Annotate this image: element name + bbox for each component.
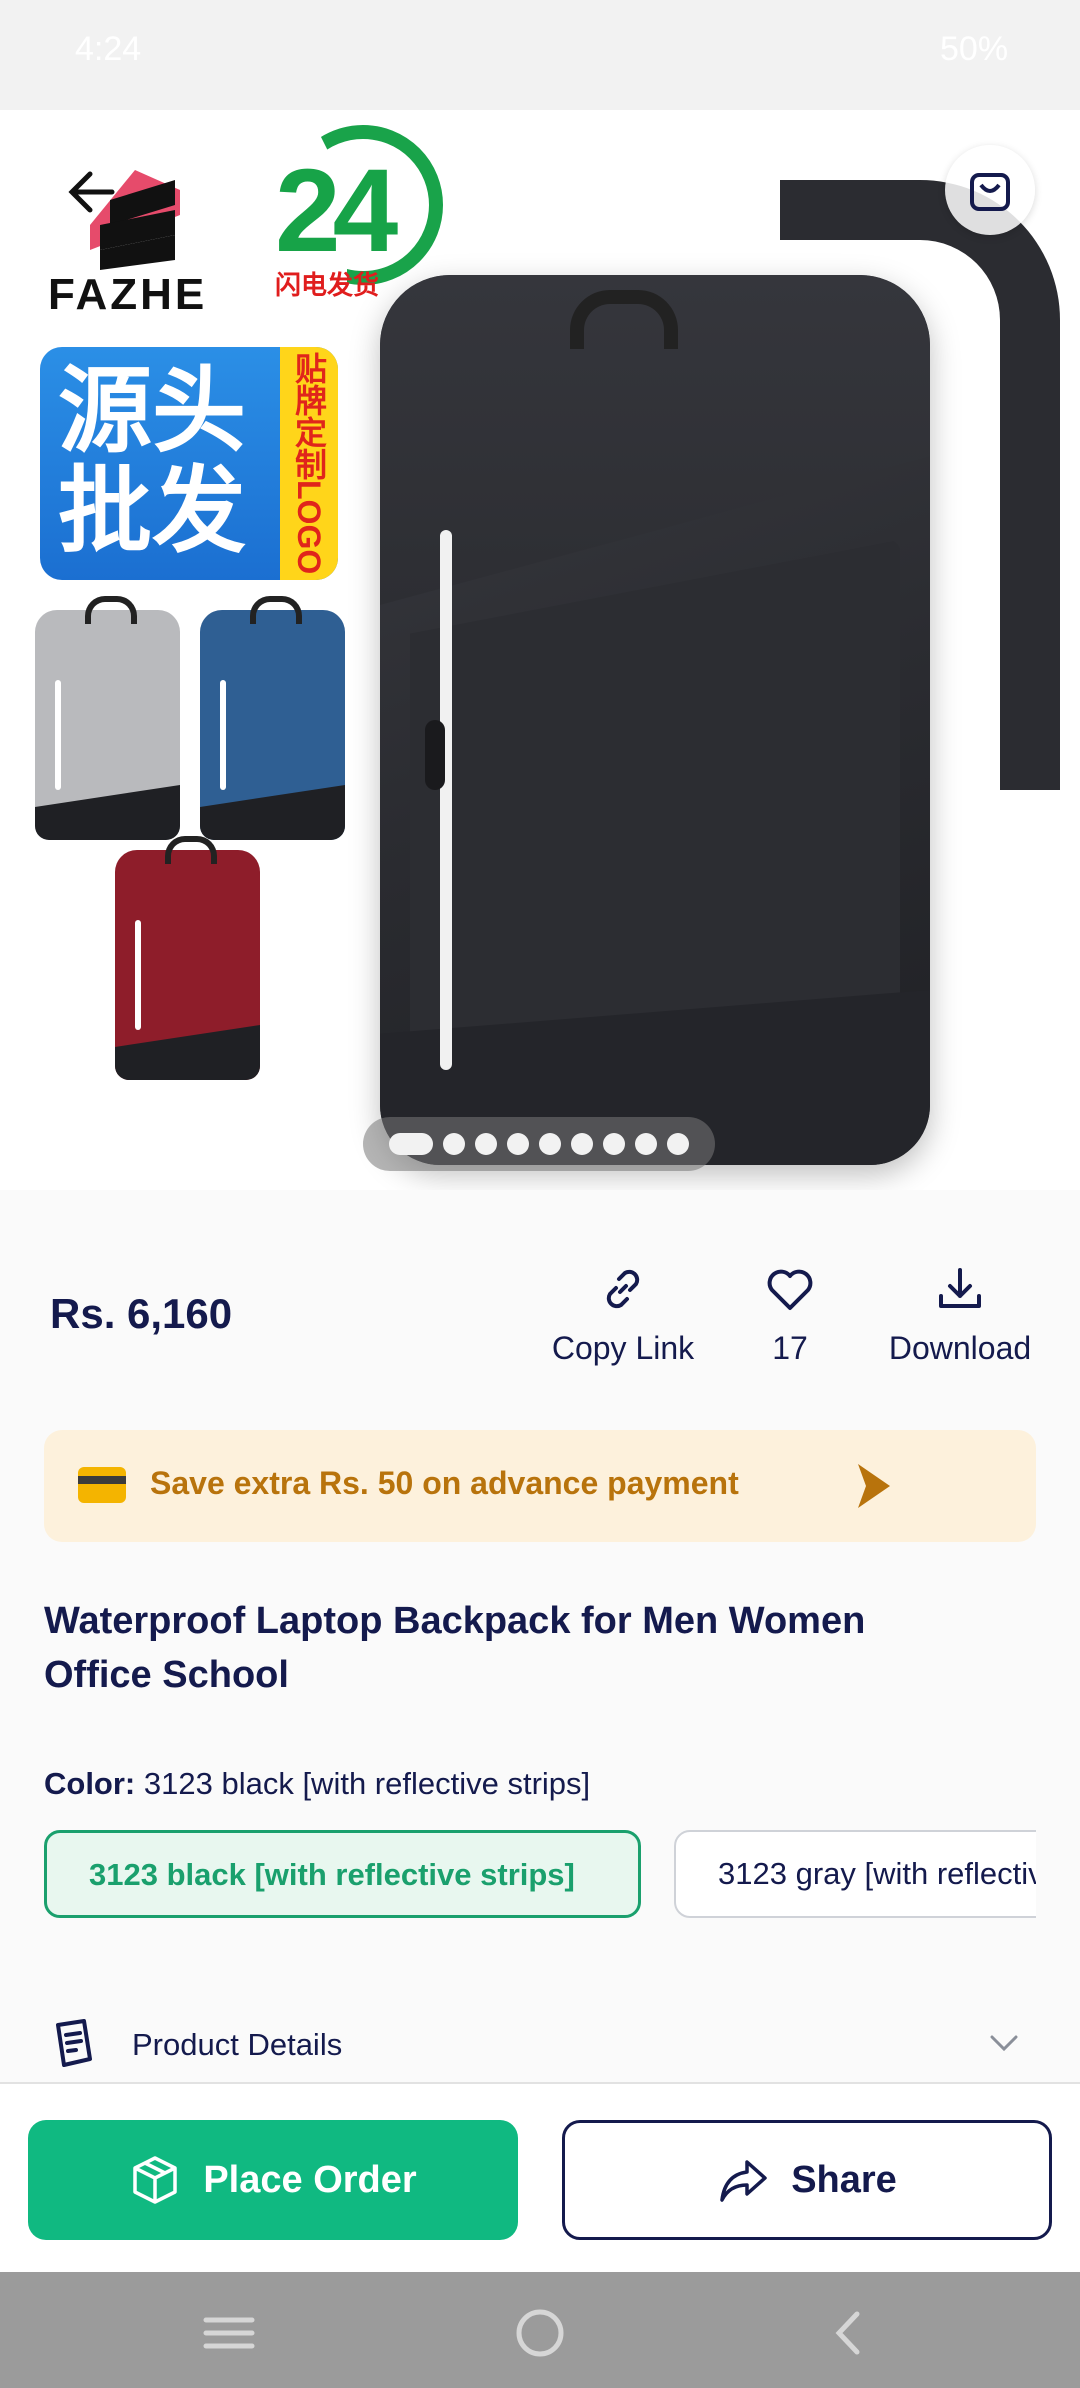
menu-icon[interactable]: [202, 2306, 256, 2360]
carousel-dot[interactable]: [603, 1133, 625, 1155]
product-title: Waterproof Laptop Backpack for Men Women…: [44, 1600, 866, 1696]
status-time: 4:24: [75, 30, 142, 68]
advance-payment-banner[interactable]: Save extra Rs. 50 on advance payment: [44, 1430, 1036, 1542]
battery-level: 50%: [940, 30, 1009, 68]
carousel-dot[interactable]: [571, 1133, 593, 1155]
back-icon[interactable]: [823, 2306, 877, 2360]
copy-link-label: Copy Link: [551, 1330, 695, 1366]
color-option-gray[interactable]: 3123 gray [with reflective strips]: [674, 1830, 1036, 1918]
share-icon: [720, 2160, 767, 2202]
product-details-label: Product Details: [132, 2027, 343, 2062]
credit-card-icon: [78, 1467, 126, 1503]
download-label: Download: [888, 1330, 1032, 1366]
color-options: 3123 black [with reflective strips] 3123…: [44, 1830, 1036, 1920]
chevron-down-icon: [990, 2035, 1018, 2052]
status-bar: 4:24 50%: [0, 0, 1080, 110]
link-icon: [606, 1269, 640, 1309]
like-count: 17: [772, 1330, 808, 1366]
carousel-dot[interactable]: [539, 1133, 561, 1155]
blue-variant-thumbnail: [200, 596, 345, 840]
download-button[interactable]: Download: [880, 1262, 1040, 1367]
heart-icon: [767, 1269, 813, 1310]
product-image-carousel[interactable]: FAZHE 24 闪电发货 源头批发 贴牌定制LOGO: [0, 110, 1080, 1190]
advance-payment-text: Save extra Rs. 50 on advance payment: [150, 1465, 739, 1501]
box-icon: [133, 2156, 178, 2204]
system-navigation-bar: [0, 2272, 1080, 2388]
brand-name: FAZHE: [48, 270, 208, 319]
red-variant-thumbnail: [115, 836, 260, 1080]
color-option-black[interactable]: 3123 black [with reflective strips]: [44, 1830, 641, 1918]
carousel-dot[interactable]: [507, 1133, 529, 1155]
shopping-bag-icon: [970, 173, 1010, 211]
product-price: Rs. 6,160: [50, 1290, 233, 1337]
home-icon[interactable]: [513, 2306, 567, 2360]
chevron-right-icon: [858, 1464, 890, 1508]
place-order-button[interactable]: Place Order: [28, 2120, 518, 2240]
share-button[interactable]: Share: [562, 2120, 1052, 2240]
carousel-dot[interactable]: [667, 1133, 689, 1155]
24-hour-badge: 24 闪电发货: [275, 125, 455, 300]
copy-link-button[interactable]: Copy Link: [548, 1262, 698, 1367]
product-details-row[interactable]: Product Details: [0, 2015, 1080, 2085]
cart-button[interactable]: [945, 145, 1035, 235]
like-button[interactable]: 17: [750, 1262, 830, 1367]
selected-color: Color: 3123 black [with reflective strip…: [44, 1766, 591, 1801]
carousel-dot[interactable]: [443, 1133, 465, 1155]
carousel-dot[interactable]: [475, 1133, 497, 1155]
wholesale-banner: 源头批发 贴牌定制LOGO: [40, 347, 338, 580]
download-icon: [939, 1268, 981, 1308]
carousel-dot[interactable]: [389, 1133, 433, 1155]
carousel-dot[interactable]: [635, 1133, 657, 1155]
carousel-indicator: [363, 1117, 715, 1171]
document-icon: [56, 2019, 92, 2067]
bottom-action-bar: Place Order Share: [0, 2082, 1080, 2274]
gray-variant-thumbnail: [35, 596, 180, 840]
back-arrow-icon[interactable]: [60, 162, 120, 222]
